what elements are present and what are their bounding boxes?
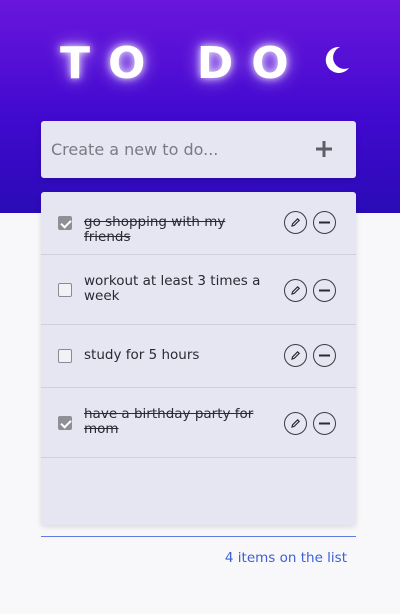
add-todo-button[interactable] (312, 137, 336, 161)
edit-todo-button[interactable] (284, 412, 307, 435)
minus-icon (319, 221, 330, 224)
remove-todo-button[interactable] (313, 279, 336, 302)
items-count: 4 items on the list (224, 550, 347, 566)
app-title: TO DO (60, 38, 307, 89)
todo-checkbox[interactable] (58, 416, 72, 430)
edit-todo-button[interactable] (284, 211, 307, 234)
minus-icon (319, 289, 330, 292)
todo-text: go shopping with my friends (84, 214, 226, 245)
pencil-icon (291, 418, 301, 428)
remove-todo-button[interactable] (313, 412, 336, 435)
new-todo-input[interactable] (51, 131, 301, 168)
todo-item: go shopping with my friends (41, 192, 356, 255)
todo-checkbox[interactable] (58, 349, 72, 363)
todo-text: have a birthday party for mom (84, 406, 254, 437)
footer-divider (41, 536, 356, 537)
pencil-icon (291, 285, 301, 295)
todo-item: study for 5 hours (41, 325, 356, 388)
todo-item: have a birthday party for mom (41, 388, 356, 458)
todo-list: go shopping with my friends workout at l… (41, 192, 356, 525)
header-background (0, 0, 400, 213)
moon-icon (325, 46, 349, 73)
minus-icon (319, 354, 330, 357)
todo-checkbox[interactable] (58, 283, 72, 297)
pencil-icon (291, 217, 301, 227)
remove-todo-button[interactable] (313, 211, 336, 234)
todo-text: study for 5 hours (84, 347, 200, 363)
todo-text: workout at least 3 times a week (84, 273, 261, 304)
edit-todo-button[interactable] (284, 279, 307, 302)
plus-icon (316, 141, 332, 157)
pencil-icon (291, 350, 301, 360)
todo-item: workout at least 3 times a week (41, 255, 356, 325)
remove-todo-button[interactable] (313, 344, 336, 367)
minus-icon (319, 422, 330, 425)
todo-checkbox[interactable] (58, 216, 72, 230)
theme-toggle-button[interactable] (322, 44, 352, 76)
new-todo-form (41, 121, 356, 178)
edit-todo-button[interactable] (284, 344, 307, 367)
